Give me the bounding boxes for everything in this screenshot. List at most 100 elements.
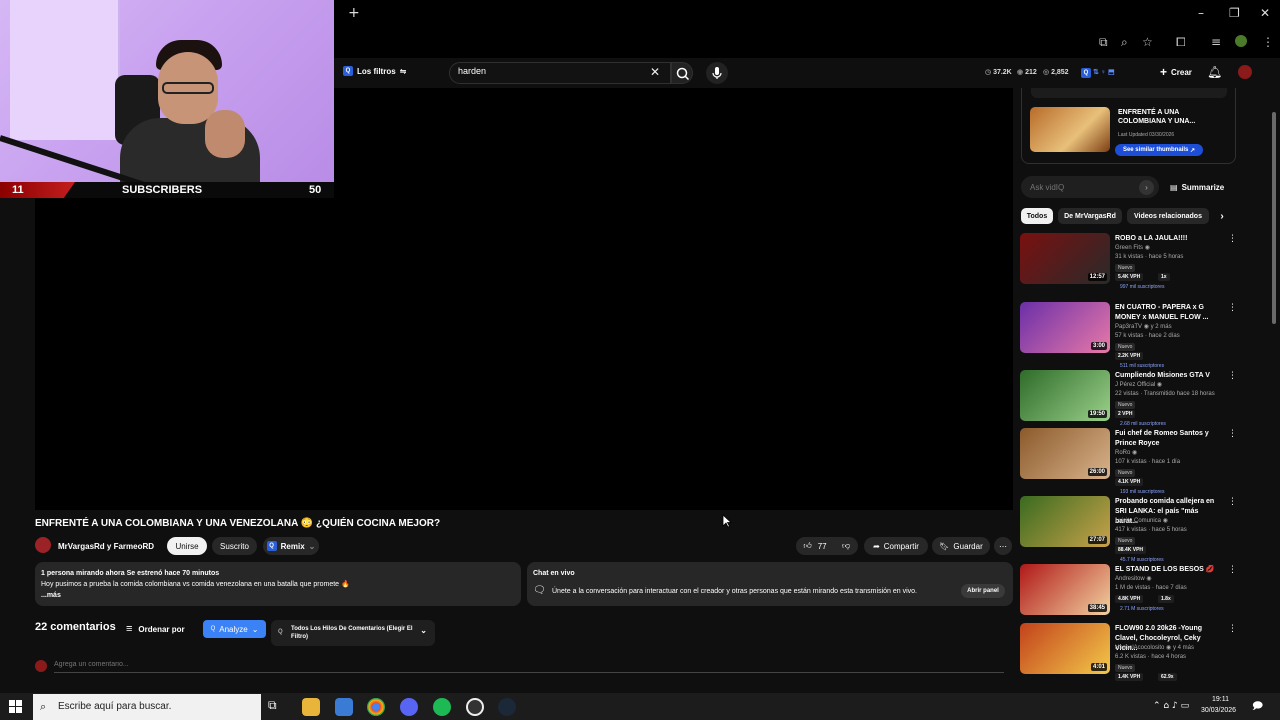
discord-icon[interactable]	[400, 698, 418, 716]
new-badge: Nuevo	[1115, 537, 1136, 545]
install-icon[interactable]: ⧉	[1099, 35, 1108, 50]
video-thumbnail[interactable]: 3:00	[1020, 302, 1110, 353]
ask-vidiq-input[interactable]	[1030, 183, 1130, 192]
video-thumbnail[interactable]: 12:57	[1020, 233, 1110, 284]
vidiq-thumbnail[interactable]	[1030, 107, 1110, 152]
video-channel[interactable]: J Pérez Official ◉	[1115, 381, 1162, 388]
chrome-icon[interactable]	[367, 698, 385, 716]
video-channel[interactable]: RoRo ◉	[1115, 449, 1137, 456]
video-thumbnail[interactable]: 38:45	[1020, 564, 1110, 615]
recommended-video[interactable]: 12:57 ROBO a LA JAULA!!!! Green Fits ◉ 31 …	[1020, 233, 1240, 293]
task-view-icon[interactable]: ⧉	[268, 698, 286, 716]
dislike-button[interactable]: 👎︎	[834, 537, 858, 555]
more-actions-button[interactable]: ⋯	[994, 537, 1012, 555]
file-explorer-icon[interactable]	[302, 698, 320, 716]
share-button[interactable]: ➦ Compartir	[864, 537, 928, 555]
sort-by-button[interactable]: ≡ Ordenar por	[126, 623, 185, 635]
video-channel[interactable]: Luisito Comunica ◉	[1115, 517, 1168, 524]
recommended-video[interactable]: 4:01 FLOW90 2.0 20k26 -Young Clavel, Choc…	[1020, 623, 1240, 683]
webcam-person-hand	[205, 110, 245, 158]
similar-thumbnails-button[interactable]: See similar thumbnails ↗	[1115, 144, 1203, 156]
like-button[interactable]: 👍︎ 77	[796, 537, 834, 555]
minimize-button[interactable]: –	[1198, 6, 1204, 20]
video-title[interactable]: Fui chef de Romeo Santos y Prince Royce	[1115, 429, 1223, 449]
recommended-video[interactable]: 19:50 Cumpliendo Misiones GTA VJ Pérez Of…	[1020, 370, 1240, 430]
chip-channel[interactable]: De MrVargasRd	[1058, 208, 1122, 224]
steam-icon[interactable]	[498, 698, 516, 716]
video-title[interactable]: EL STAND DE LOS BESOS 💋	[1115, 565, 1223, 575]
summarize-button[interactable]: ▤ Summarize	[1170, 183, 1224, 192]
video-meta: 417 k vistas · hace 5 horas	[1115, 527, 1187, 533]
vidiq-icon: Q	[343, 66, 353, 76]
create-button[interactable]: + Crear	[1152, 62, 1200, 82]
channel-avatar[interactable]	[35, 537, 51, 553]
video-thumbnail[interactable]: 27:07	[1020, 496, 1110, 547]
media-control-icon[interactable]: ≡	[1211, 35, 1221, 49]
new-badge: Nuevo	[1115, 343, 1136, 351]
restore-button[interactable]: ❐	[1229, 6, 1240, 20]
zoom-icon[interactable]: ⌕	[1121, 35, 1128, 50]
clear-search-icon[interactable]: ✕	[650, 65, 660, 79]
save-button[interactable]: 🔖︎ Guardar	[932, 537, 990, 555]
search-input[interactable]	[458, 66, 638, 76]
description-more-link[interactable]: ...más	[41, 590, 515, 601]
multiplier-badge: 1x	[1158, 273, 1170, 281]
browser-menu-icon[interactable]: ⋮	[1262, 35, 1274, 49]
scrollbar[interactable]	[1272, 112, 1276, 324]
recommended-video[interactable]: 27:07 Probando comida callejera en SRI LA…	[1020, 496, 1240, 563]
store-icon[interactable]	[335, 698, 353, 716]
video-thumbnail[interactable]: 26:00	[1020, 428, 1110, 479]
video-menu-icon[interactable]: ⋮	[1228, 371, 1237, 381]
add-comment-input[interactable]	[54, 661, 1004, 673]
voice-search-button[interactable]	[706, 62, 728, 84]
description-box[interactable]: 1 persona mirando ahora Se estrenó hace …	[35, 562, 521, 606]
thread-filter-select[interactable]: Todos Los Hilos De Comentarios (Elegir E…	[271, 620, 435, 646]
recommended-video[interactable]: 26:00 Fui chef de Romeo Santos y Prince R…	[1020, 428, 1240, 495]
video-channel[interactable]: Andresitow ◉	[1115, 575, 1152, 582]
video-channel[interactable]: HanselAcocolosito ◉ y 4 más	[1115, 644, 1194, 651]
remix-button[interactable]: Q Remix ⌄	[263, 537, 319, 555]
windows-start-icon[interactable]	[9, 700, 22, 713]
video-title[interactable]: Cumpliendo Misiones GTA V	[1115, 371, 1223, 381]
video-channel[interactable]: Pap3raTV ◉ y 2 más	[1115, 323, 1172, 330]
vidiq-tools-icon[interactable]: Q ⇅ ♀ ⬒	[1081, 68, 1115, 78]
channel-name[interactable]: MrVargasRd y FarmeoRD	[58, 542, 154, 551]
video-menu-icon[interactable]: ⋮	[1228, 303, 1237, 313]
chip-all[interactable]: Todos	[1021, 208, 1053, 224]
spotify-icon[interactable]	[433, 698, 451, 716]
verified-icon: ◉	[1132, 450, 1138, 456]
notification-center-icon[interactable]: 🗩︎	[1252, 699, 1263, 716]
video-channel[interactable]: Green Fits ◉	[1115, 244, 1150, 251]
obs-icon[interactable]	[466, 698, 484, 716]
close-window-button[interactable]: ✕	[1260, 6, 1270, 20]
recommended-video[interactable]: 3:00 EN CUATRO - PAPERA x G MONEY x MANUE…	[1020, 302, 1240, 369]
search-button[interactable]	[671, 62, 693, 84]
summarize-label: Summarize	[1181, 183, 1225, 192]
video-menu-icon[interactable]: ⋮	[1228, 497, 1237, 507]
analyze-button[interactable]: Q Analyze ⌄	[203, 620, 266, 638]
tray-icons[interactable]: ⌃ ⌂ ♪ ▭	[1153, 701, 1189, 711]
account-avatar[interactable]	[1238, 65, 1252, 79]
chips-next-icon[interactable]: ›	[1215, 208, 1229, 224]
ask-submit-button[interactable]: ›	[1139, 180, 1154, 195]
video-menu-icon[interactable]: ⋮	[1228, 624, 1237, 634]
video-title[interactable]: EN CUATRO - PAPERA x G MONEY x MANUEL FL…	[1115, 303, 1223, 323]
profile-icon[interactable]	[1235, 35, 1247, 47]
join-button[interactable]: Unirse	[167, 537, 207, 555]
video-menu-icon[interactable]: ⋮	[1228, 234, 1237, 244]
video-thumbnail[interactable]: 4:01	[1020, 623, 1110, 674]
new-tab-button[interactable]: +	[348, 5, 360, 21]
bookmark-star-icon[interactable]: ☆	[1142, 35, 1153, 49]
video-title[interactable]: ROBO a LA JAULA!!!!	[1115, 234, 1223, 244]
extensions-icon[interactable]: ⧠	[1176, 35, 1186, 50]
open-panel-button[interactable]: Abrir panel	[961, 584, 1005, 598]
video-thumbnail[interactable]: 19:50	[1020, 370, 1110, 421]
filters-button[interactable]: Q Los filtros ⇋	[343, 66, 406, 76]
video-menu-icon[interactable]: ⋮	[1228, 565, 1237, 575]
subscribed-button[interactable]: Suscrito	[212, 537, 257, 555]
notifications-bell-icon[interactable]: 🔔︎	[1207, 65, 1222, 79]
chip-related[interactable]: Videos relacionados	[1127, 208, 1209, 224]
description-text: Hoy pusimos a prueba la comida colombian…	[41, 581, 350, 588]
recommended-video[interactable]: 38:45 EL STAND DE LOS BESOS 💋 Andresitow ◉…	[1020, 564, 1240, 624]
video-menu-icon[interactable]: ⋮	[1228, 429, 1237, 439]
